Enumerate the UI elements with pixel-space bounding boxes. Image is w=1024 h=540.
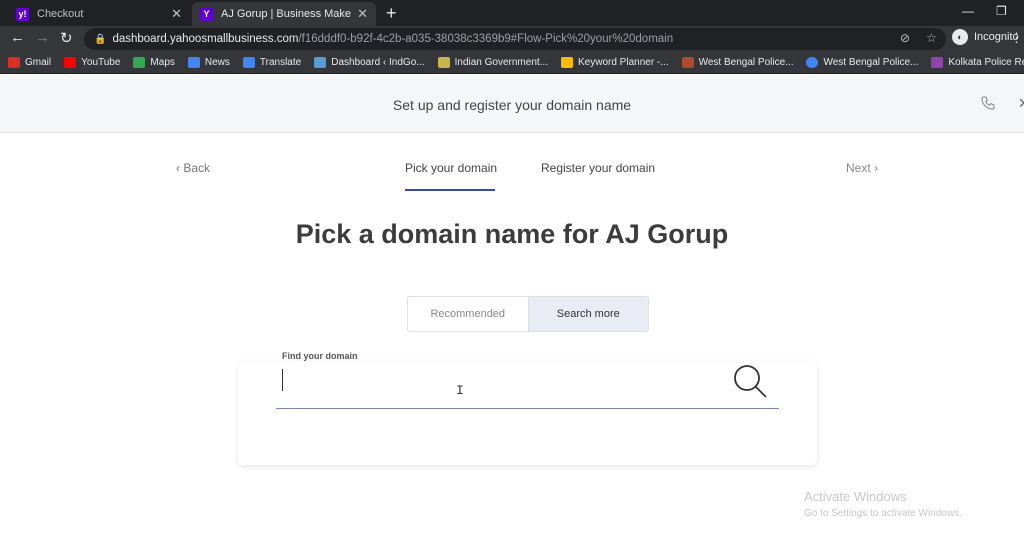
bookmark-maps[interactable]: Maps [133,57,175,68]
url-host: dashboard.yahoosmallbusiness.com [112,33,299,45]
bookmark-wb-police-1[interactable]: West Bengal Police... [681,57,793,68]
page-title: Pick a domain name for AJ Gorup [295,219,729,249]
google-ads-icon [561,57,573,68]
text-caret [282,369,283,391]
minimize-icon[interactable]: — [962,4,974,18]
tab-pick-your-domain[interactable]: Pick your domain [405,161,497,175]
back-link[interactable]: ‹ Back [176,161,210,175]
police-icon [681,57,694,68]
dashboard-icon [314,57,327,68]
bookmarks-bar: Gmail YouTube Maps News Translate Dashbo… [0,52,1024,74]
search-mode-toggle: Recommended Search more [407,296,649,332]
close-icon[interactable]: ✕ [357,6,368,22]
star-icon[interactable]: ☆ [926,31,937,45]
address-bar[interactable]: 🔒 dashboard.yahoosmallbusiness.com/f16dd… [84,28,946,50]
close-icon[interactable]: ✕ [171,6,182,22]
bookmark-keyword-planner[interactable]: Keyword Planner -... [561,57,669,68]
incognito-indicator[interactable]: ◐ Incognito [952,29,1019,45]
ibeam-cursor-icon: I [456,383,464,398]
toggle-recommended[interactable]: Recommended [408,297,528,331]
bookmark-youtube[interactable]: YouTube [64,57,120,68]
watermark-line2: Go to Settings to activate Windows. [804,508,962,519]
maps-icon [133,57,146,68]
page-header: Set up and register your domain name ✕ [0,75,1024,133]
tab-checkout[interactable]: y! Checkout ✕ [8,2,190,26]
reload-icon[interactable]: ↻ [60,29,73,47]
tab-title: AJ Gorup | Business Maker Dashb [221,8,352,20]
phone-icon[interactable] [980,95,996,116]
lock-icon: 🔒 [94,33,107,45]
emblem-icon [437,57,450,68]
back-arrow-icon[interactable]: ← [10,29,25,46]
bookmark-kolkata-police[interactable]: Kolkata Police Recr... [931,57,1024,68]
google-icon [806,57,819,68]
header-title: Set up and register your domain name [392,97,632,113]
yahoo-favicon-icon: Y [200,7,213,21]
active-step-underline [405,189,495,191]
watermark-line1: Activate Windows [804,489,907,504]
url-path: /f16dddf0-b92f-4c2b-a035-38038c3369b9#Fl… [298,33,674,45]
bookmark-wb-police-2[interactable]: West Bengal Police... [806,57,918,68]
forward-arrow-icon[interactable]: → [35,29,50,46]
bookmark-indian-government[interactable]: Indian Government... [437,57,548,68]
restore-icon[interactable]: ❐ [996,4,1007,18]
page-content: Set up and register your domain name ✕ ‹… [0,75,1024,540]
search-label: Find your domain [282,351,358,361]
close-icon[interactable]: ✕ [1018,95,1024,112]
news-icon [187,57,200,68]
tab-title: Checkout [37,8,84,20]
tab-register-your-domain[interactable]: Register your domain [541,161,655,175]
next-link[interactable]: Next › [846,161,878,175]
bookmark-dashboard[interactable]: Dashboard ‹ IndGo... [314,57,425,68]
browser-toolbar: ← → ↻ 🔒 dashboard.yahoosmallbusiness.com… [0,26,1024,52]
grid-icon [931,57,944,68]
menu-kebab-icon[interactable]: ⋮ [1010,30,1023,46]
search-icon[interactable] [732,363,770,406]
eye-slash-icon[interactable]: ⊘ [900,31,910,45]
translate-icon [242,57,255,68]
domain-search-input[interactable] [276,367,779,409]
youtube-icon [64,57,77,68]
gmail-icon [8,57,20,68]
bookmark-news[interactable]: News [187,57,230,68]
incognito-icon: ◐ [952,29,968,45]
toggle-search-more[interactable]: Search more [527,297,648,331]
domain-search-card: Find your domain I [238,351,817,465]
activate-windows-watermark: Activate Windows Go to Settings to activ… [804,489,962,519]
tab-strip: y! Checkout ✕ Y AJ Gorup | Business Make… [0,0,1024,26]
bookmark-translate[interactable]: Translate [242,57,301,68]
tab-dashboard[interactable]: Y AJ Gorup | Business Maker Dashb ✕ [192,2,376,26]
new-tab-icon[interactable]: + [386,3,397,24]
yahoo-favicon-icon: y! [16,7,29,21]
back-label: Back [183,161,211,175]
next-label: Next [846,161,871,175]
bookmark-gmail[interactable]: Gmail [8,57,51,68]
